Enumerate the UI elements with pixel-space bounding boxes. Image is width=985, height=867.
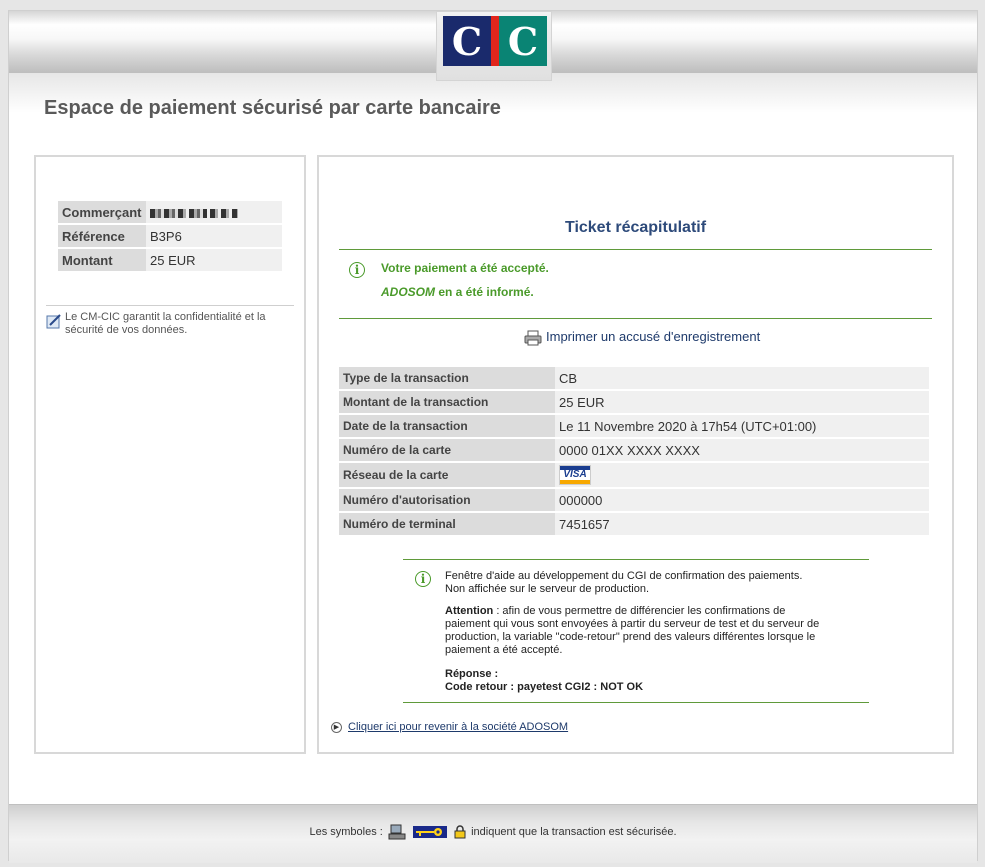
table-row: Numéro de terminal 7451657 [339, 513, 929, 535]
footer-security-text: Les symboles : indiquent que la transact… [9, 824, 977, 840]
response-label: Réponse : [445, 668, 499, 680]
footer-prefix: Les symboles : [309, 825, 383, 838]
transaction-type-value: CB [555, 367, 929, 389]
security-note: Le CM-CIC garantit la confidentialité et… [46, 311, 286, 337]
key-icon [412, 826, 447, 838]
authorization-number-value: 000000 [555, 489, 929, 511]
page-title: Espace de paiement sécurisé par carte ba… [44, 97, 501, 119]
terminal-number-label: Numéro de terminal [339, 513, 555, 535]
merchant-label: Commerçant [58, 201, 146, 223]
divider [403, 702, 869, 703]
transaction-date-label: Date de la transaction [339, 415, 555, 437]
divider [339, 318, 932, 319]
page-frame: C C Espace de paiement sécurisé par cart… [8, 10, 978, 863]
logo-letter-i [491, 16, 499, 66]
informed-suffix: en a été informé. [435, 285, 534, 299]
logo-letter-c1: C [443, 16, 491, 66]
cic-logo-box: C C [436, 11, 552, 81]
merchant-informed-message: ADOSOM en a été informé. [381, 285, 534, 299]
visa-logo-icon: VISA [559, 465, 591, 485]
merchant-value-redacted [146, 201, 282, 223]
card-number-value: 0000 01XX XXXX XXXX [555, 439, 929, 461]
table-row: Montant de la transaction 25 EUR [339, 391, 929, 413]
terminal-number-value: 7451657 [555, 513, 929, 535]
transaction-amount-value: 25 EUR [555, 391, 929, 413]
transaction-amount-label: Montant de la transaction [339, 391, 555, 413]
security-note-text: Le CM-CIC garantit la confidentialité et… [65, 311, 266, 336]
developer-help-box: i Fenêtre d'aide au développement du CGI… [403, 559, 869, 703]
card-network-value: VISA [555, 463, 929, 487]
merchant-panel: Commerçant Référence B3P6 Montant 25 EUR… [34, 155, 306, 754]
table-row: Commerçant [58, 201, 282, 223]
help-intro: Fenêtre d'aide au développement du CGI d… [445, 570, 803, 595]
info-icon: i [415, 571, 431, 587]
table-row: Numéro d'autorisation 000000 [339, 489, 929, 511]
payment-accepted-message: Votre paiement a été accepté. [381, 261, 549, 275]
print-receipt-label: Imprimer un accusé d'enregistrement [546, 329, 761, 344]
info-icon: i [349, 262, 365, 278]
ticket-panel: Ticket récapitulatif i Votre paiement a … [317, 155, 954, 754]
print-receipt-link[interactable]: Imprimer un accusé d'enregistrement [524, 329, 760, 346]
divider [46, 305, 294, 306]
card-network-label: Réseau de la carte [339, 463, 555, 487]
card-number-label: Numéro de la carte [339, 439, 555, 461]
back-link-label: Cliquer ici pour revenir à la société AD… [348, 721, 569, 733]
table-row: Référence B3P6 [58, 225, 282, 247]
table-row: Date de la transaction Le 11 Novembre 20… [339, 415, 929, 437]
help-attention: Attention : afin de vous permettre de di… [445, 605, 825, 657]
logo-letter-c2: C [499, 16, 547, 66]
authorization-number-label: Numéro d'autorisation [339, 489, 555, 511]
visa-logo-text: VISA [563, 469, 587, 480]
table-row: Numéro de la carte 0000 01XX XXXX XXXX [339, 439, 929, 461]
footer-suffix: indiquent que la transaction est sécuris… [471, 825, 677, 838]
footer: Les symboles : indiquent que la transact… [9, 804, 977, 863]
back-to-merchant-link[interactable]: ▶ Cliquer ici pour revenir à la société A… [331, 721, 568, 733]
amount-label: Montant [58, 249, 146, 271]
table-row: Montant 25 EUR [58, 249, 282, 271]
notepad-pen-icon [46, 314, 61, 329]
divider [339, 249, 932, 250]
code-retour: Code retour : payetest CGI2 : NOT OK [445, 681, 644, 693]
secure-computer-icon [388, 824, 406, 840]
attention-label: Attention [445, 605, 494, 617]
transaction-date-value: Le 11 Novembre 2020 à 17h54 (UTC+01:00) [555, 415, 929, 437]
ticket-title: Ticket récapitulatif [564, 219, 707, 236]
printer-icon [524, 330, 542, 346]
table-row: Réseau de la carte VISA [339, 463, 929, 487]
divider [403, 559, 869, 560]
attention-text: : afin de vous permettre de différencier… [445, 605, 820, 656]
reference-label: Référence [58, 225, 146, 247]
transaction-table: Type de la transaction CB Montant de la … [339, 365, 929, 537]
merchant-name: ADOSOM [381, 285, 435, 299]
padlock-icon [454, 825, 466, 839]
reference-value: B3P6 [146, 225, 282, 247]
table-row: Type de la transaction CB [339, 367, 929, 389]
amount-value: 25 EUR [146, 249, 282, 271]
cic-logo: C C [443, 16, 547, 66]
transaction-type-label: Type de la transaction [339, 367, 555, 389]
arrow-right-icon: ▶ [331, 721, 342, 733]
merchant-info-table: Commerçant Référence B3P6 Montant 25 EUR [58, 199, 282, 273]
